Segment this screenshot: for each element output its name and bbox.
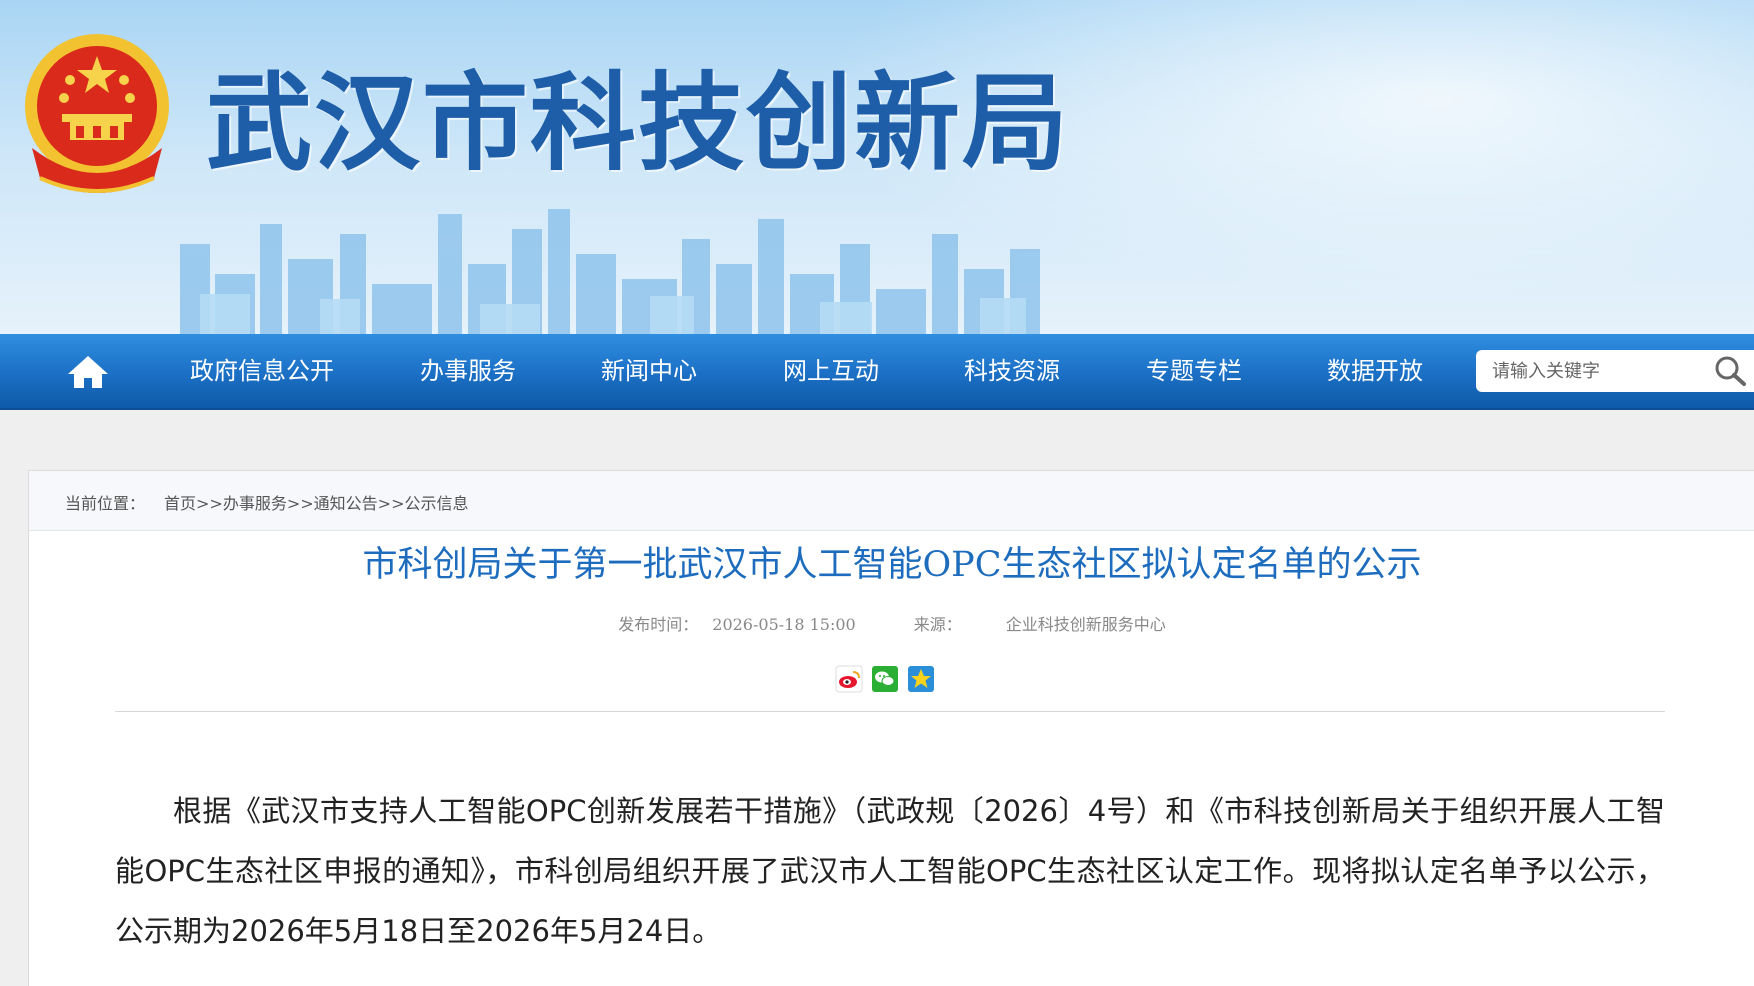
article-body: 根据《武汉市支持人工智能OPC创新发展若干措施》（武政规〔2026〕4号）和《市… bbox=[115, 781, 1665, 961]
nav-item-services[interactable]: 办事服务 bbox=[420, 334, 516, 410]
nav-item-news[interactable]: 新闻中心 bbox=[601, 334, 697, 410]
qzone-icon[interactable] bbox=[907, 665, 935, 693]
source-label: 来源： bbox=[913, 615, 962, 634]
breadcrumb: 当前位置： 首页>>办事服务>>通知公告>>公示信息 bbox=[29, 471, 1754, 531]
content-divider bbox=[115, 711, 1665, 712]
breadcrumb-item-public-info[interactable]: 公示信息 bbox=[404, 494, 468, 513]
nav-item-tech-resources[interactable]: 科技资源 bbox=[964, 334, 1060, 410]
publish-time-label: 发布时间： bbox=[618, 615, 699, 634]
article-meta: 发布时间： 2026-05-18 15:00 来源： 企业科技创新服务中心 bbox=[29, 611, 1754, 635]
national-emblem-icon bbox=[25, 34, 169, 193]
nav-item-open-data[interactable]: 数据开放 bbox=[1327, 334, 1423, 410]
nav-item-interaction[interactable]: 网上互动 bbox=[783, 334, 879, 410]
article-title: 市科创局关于第一批武汉市人工智能OPC生态社区拟认定名单的公示 bbox=[362, 545, 1422, 585]
breadcrumb-item-services[interactable]: 办事服务 bbox=[223, 494, 287, 513]
publish-time: 2026-05-18 15:00 bbox=[712, 615, 856, 634]
site-title: 武汉市科技创新局 bbox=[206, 60, 1070, 185]
article-paragraph: 根据《武汉市支持人工智能OPC创新发展若干措施》（武政规〔2026〕4号）和《市… bbox=[115, 794, 1665, 948]
wechat-icon[interactable] bbox=[871, 665, 899, 693]
share-bar bbox=[835, 665, 965, 693]
breadcrumb-item-notices[interactable]: 通知公告 bbox=[314, 494, 378, 513]
nav-item-gov-info[interactable]: 政府信息公开 bbox=[190, 334, 334, 410]
main-nav: 政府信息公开 办事服务 新闻中心 网上互动 科技资源 专题专栏 数据开放 bbox=[0, 334, 1754, 410]
breadcrumb-separator: >> bbox=[286, 494, 314, 513]
search-box bbox=[1476, 350, 1754, 392]
source-value: 企业科技创新服务中心 bbox=[1005, 615, 1166, 634]
search-icon[interactable] bbox=[1712, 355, 1748, 387]
breadcrumb-separator: >> bbox=[377, 494, 405, 513]
nav-item-special-topics[interactable]: 专题专栏 bbox=[1146, 334, 1242, 410]
site-banner: 武汉市科技创新局 bbox=[0, 0, 1754, 334]
weibo-icon[interactable] bbox=[835, 665, 863, 693]
city-skyline-illustration bbox=[180, 209, 1040, 334]
content-panel: 当前位置： 首页>>办事服务>>通知公告>>公示信息 市科创局关于第一批武汉市人… bbox=[28, 470, 1754, 986]
home-icon[interactable] bbox=[66, 354, 110, 390]
breadcrumb-item-home[interactable]: 首页 bbox=[164, 494, 196, 513]
breadcrumb-label: 当前位置： bbox=[65, 494, 146, 513]
breadcrumb-separator: >> bbox=[196, 494, 223, 513]
search-input[interactable] bbox=[1492, 356, 1702, 386]
breadcrumb-trail: 首页>>办事服务>>通知公告>>公示信息 bbox=[164, 490, 469, 514]
